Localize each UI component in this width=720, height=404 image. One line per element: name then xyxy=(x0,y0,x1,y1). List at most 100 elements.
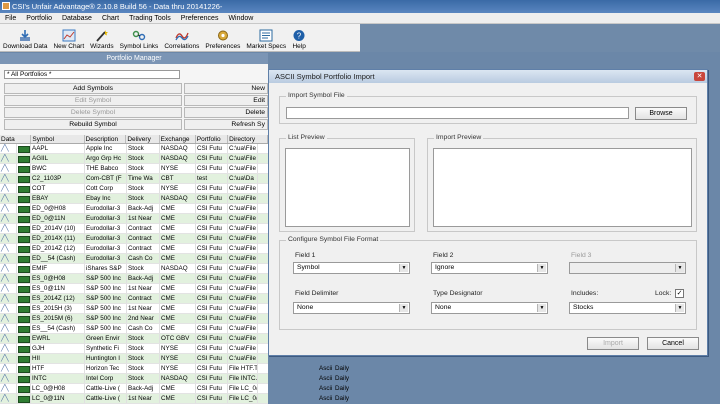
import-file-input[interactable] xyxy=(286,107,629,119)
table-row[interactable]: ╱╲ ES_0@11N S&P 500 Inc 1st Near CME CSI Futu… xyxy=(0,284,268,294)
dialog-close-button[interactable]: ✕ xyxy=(694,72,705,81)
menu-window[interactable]: Window xyxy=(223,13,258,24)
portfolio-select[interactable]: * All Portfolios * xyxy=(4,70,180,79)
browse-button[interactable]: Browse xyxy=(635,107,687,120)
portfolio-cell: CSI Futu xyxy=(196,194,228,203)
refresh-symbols-button[interactable]: Refresh Sy xyxy=(184,119,268,130)
table-row[interactable]: ╱╲ GJH Synthetic Fi Stock NYSE CSI Futu C:\ua\… xyxy=(0,344,268,354)
table-row[interactable]: ╱╲ ED_0@11N Eurodollar-3 1st Near CME CSI Fut… xyxy=(0,214,268,224)
table-row[interactable]: ╱╲ ED_2014Z (12) Eurodollar-3 Contract CME CS… xyxy=(0,244,268,254)
exchange-cell: NYSE xyxy=(160,184,196,193)
table-row[interactable]: ╱╲ AAPL Apple Inc Stock NASDAQ CSI Futu C:\ua\… xyxy=(0,144,268,154)
table-row[interactable]: ╱╲ AGIIL Argo Grp Hc Stock NASDAQ CSI Futu C:\… xyxy=(0,154,268,164)
field1-select[interactable]: Symbol ▼ xyxy=(293,262,410,274)
table-row[interactable]: ╱╲ INTC Intel Corp Stock NASDAQ CSI Futu File … xyxy=(0,374,268,384)
table-row[interactable]: ╱╲ ES_2014Z (12) S&P 500 Inc Contract CME CSI… xyxy=(0,294,268,304)
cancel-button[interactable]: Cancel xyxy=(647,337,699,350)
edit-symbol-button[interactable]: Edit Symbol xyxy=(4,95,182,106)
table-row[interactable]: ╱╲ BWC THE Babco Stock NYSE CSI Futu C:\ua\Fil… xyxy=(0,164,268,174)
edit-portfolio-button[interactable]: Edit xyxy=(184,95,268,106)
field3-select[interactable]: ▼ xyxy=(569,262,686,274)
table-row[interactable]: ╱╲ ED_2014X (11) Eurodollar-3 Contract CME CS… xyxy=(0,234,268,244)
portfolio-cell: CSI Futu xyxy=(196,364,228,373)
market-specs-button[interactable]: Market Specs xyxy=(243,24,289,51)
field2-select[interactable]: Ignore ▼ xyxy=(431,262,548,274)
table-row[interactable]: ╱╲ EMIF iShares S&P Stock NASDAQ CSI Futu C:\u… xyxy=(0,264,268,274)
symbol-cell: ES_2015M (6) xyxy=(31,314,85,323)
directory-cell: C:\ua\File xyxy=(228,314,258,323)
table-row[interactable]: ╱╲ EBAY Ebay Inc Stock NASDAQ CSI Futu C:\ua\F… xyxy=(0,194,268,204)
table-row[interactable]: ╱╲ HII Huntington I Stock NYSE CSI Futu C:\ua\… xyxy=(0,354,268,364)
table-row[interactable]: ╱╲ ED__54 (Cash) Eurodollar-3 Cash Co CME CSI… xyxy=(0,254,268,264)
column-header-portfolio[interactable]: Portfolio xyxy=(196,135,229,143)
preferences-button[interactable]: Preferences xyxy=(202,24,243,51)
delivery-cell: 1st Near xyxy=(127,284,160,293)
help-button[interactable]: ? Help xyxy=(289,24,309,51)
description-cell: Apple Inc xyxy=(85,144,127,153)
description-cell: THE Babco xyxy=(85,164,127,173)
column-header-delivery[interactable]: Delivery xyxy=(126,135,160,143)
menu-chart[interactable]: Chart xyxy=(97,13,124,24)
table-row[interactable]: ╱╲ ES_0@H08 S&P 500 Inc Back-Adj CME CSI Futu… xyxy=(0,274,268,284)
delete-portfolio-button[interactable]: Delete xyxy=(184,107,268,118)
add-symbols-button[interactable]: Add Symbols xyxy=(4,83,182,94)
table-row[interactable]: ╱╲ HTF Horizon Tec Stock NYSE CSI Futu File HT… xyxy=(0,364,268,374)
data-status-icon xyxy=(17,384,31,393)
correlations-button[interactable]: Correlations xyxy=(161,24,202,51)
table-row[interactable]: ╱╲ ES__54 (Cash) S&P 500 Inc Cash Co CME CSI … xyxy=(0,324,268,334)
wizards-button[interactable]: Wizards xyxy=(87,24,116,51)
table-row[interactable]: ╱╲ ED_2014V (10) Eurodollar-3 Contract CME CS… xyxy=(0,224,268,234)
download-data-button[interactable]: Download Data xyxy=(0,24,50,51)
format-cell: Ascii xyxy=(319,395,332,402)
toolbar: Download Data New Chart Wizards Symbol L… xyxy=(0,24,360,52)
description-cell: Eurodollar-3 xyxy=(85,254,127,263)
directory-cell: C:\ua\File xyxy=(228,324,258,333)
import-button[interactable]: Import xyxy=(587,337,639,350)
field-delimiter-select[interactable]: None ▼ xyxy=(293,302,410,314)
table-row[interactable]: ╱╲ C2_1103P Com-CBT (F Time Wa CBT test C:\ua\… xyxy=(0,174,268,184)
symbol-cell: ED_2014Z (12) xyxy=(31,244,85,253)
chevron-down-icon: ▼ xyxy=(675,264,684,272)
lock-checkbox[interactable]: ✓ xyxy=(675,289,684,298)
list-preview-box[interactable] xyxy=(285,148,410,227)
portfolio-cell: CSI Futu xyxy=(196,264,228,273)
table-row[interactable]: ╱╲ EWRL Green Envir Stock OTC GBV CSI Futu C:\… xyxy=(0,334,268,344)
import-preview-box[interactable] xyxy=(433,148,692,227)
delete-symbol-button[interactable]: Delete Symbol xyxy=(4,107,182,118)
includes-select[interactable]: Stocks ▼ xyxy=(569,302,686,314)
delivery-cell: Stock xyxy=(127,184,160,193)
chevron-down-icon: ▼ xyxy=(399,264,408,272)
symbol-cell: ED__54 (Cash) xyxy=(31,254,85,263)
table-row[interactable]: ╱╲ LC_0@H08 Cattle-Live (Back-Adj CME CSI Fu… xyxy=(0,384,268,394)
column-header-description[interactable]: Description xyxy=(85,135,127,143)
portfolio-cell: CSI Futu xyxy=(196,314,228,323)
new-chart-button[interactable]: New Chart xyxy=(50,24,87,51)
menu-preferences[interactable]: Preferences xyxy=(176,13,224,24)
symbol-links-button[interactable]: Symbol Links xyxy=(117,24,162,51)
column-header-directory[interactable]: Directory xyxy=(228,135,268,143)
menu-file[interactable]: File xyxy=(0,13,21,24)
table-row[interactable]: ╱╲ ED_0@H08 Eurodollar-3 Back-Adj CME CSI Fut… xyxy=(0,204,268,214)
rebuild-symbol-button[interactable]: Rebuild Symbol xyxy=(4,119,182,130)
directory-cell: C:\ua\File xyxy=(228,184,258,193)
directory-cell: C:\ua\File xyxy=(228,354,258,363)
exchange-cell: CME xyxy=(160,244,196,253)
menu-portfolio[interactable]: Portfolio xyxy=(21,13,57,24)
table-row[interactable]: ╱╲ LC_0@11N Cattle-Live (1st Near CME CSI Fu… xyxy=(0,394,268,404)
portfolio-cell: CSI Futu xyxy=(196,244,228,253)
menu-trading-tools[interactable]: Trading Tools xyxy=(124,13,176,24)
symbol-cell: ED_2014V (10) xyxy=(31,224,85,233)
data-status-icon xyxy=(17,394,31,403)
new-portfolio-button[interactable]: New xyxy=(184,83,268,94)
table-row[interactable]: ╱╲ ES_2015H (3) S&P 500 Inc 1st Near CME CSI … xyxy=(0,304,268,314)
column-header-data[interactable]: Data xyxy=(0,135,32,143)
column-header-symbol[interactable]: Symbol xyxy=(31,135,85,143)
menu-database[interactable]: Database xyxy=(57,13,97,24)
data-spark-icon: ╱╲ xyxy=(0,324,17,333)
table-row[interactable]: ╱╲ ES_2015M (6) S&P 500 Inc 2nd Near CME CSI … xyxy=(0,314,268,324)
column-header-exchange[interactable]: Exchange xyxy=(160,135,196,143)
table-row[interactable]: ╱╲ COT Cott Corp Stock NYSE CSI Futu C:\ua\Fil… xyxy=(0,184,268,194)
directory-cell: C:\ua\File xyxy=(228,294,258,303)
symbol-grid[interactable]: ╱╲ AAPL Apple Inc Stock NASDAQ CSI Futu C:\ua\… xyxy=(0,144,268,404)
type-designator-select[interactable]: None ▼ xyxy=(431,302,548,314)
